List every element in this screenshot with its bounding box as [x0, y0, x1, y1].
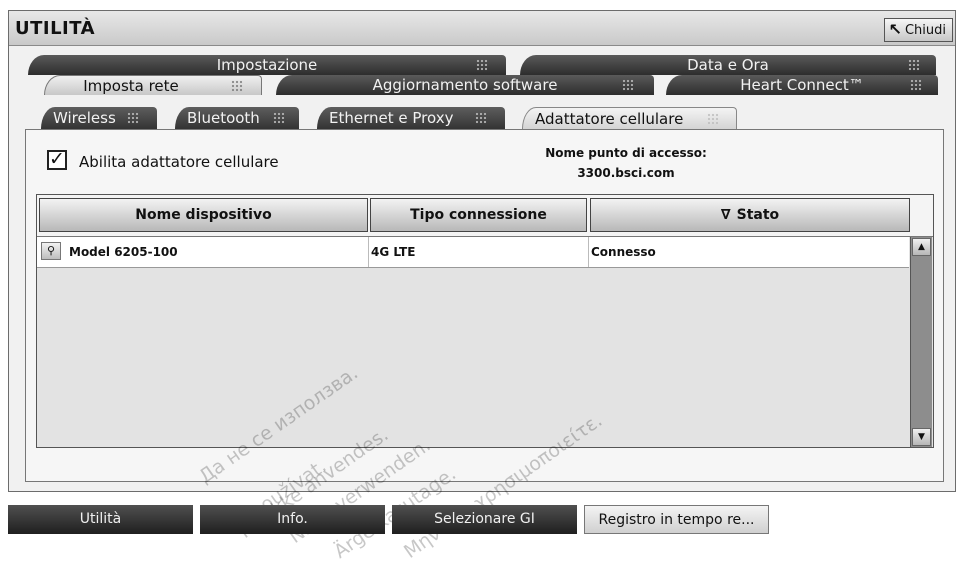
nav-button-registro-tempo-reale[interactable]: Registro in tempo re... [584, 505, 769, 534]
bottom-nav-bar: Utilità Info. Selezionare GI Registro in… [0, 505, 959, 534]
subtab-wireless[interactable]: Wireless [41, 107, 157, 129]
tab-data-e-ora-label: Data e Ora [687, 56, 769, 74]
apn-value: 3300.bsci.com [577, 166, 675, 180]
sort-descending-icon: ∇ [720, 207, 731, 223]
subtab-adattatore-cellulare-label: Adattatore cellulare [535, 110, 684, 128]
vertical-scrollbar[interactable]: ▲ ▼ [910, 237, 932, 447]
cell-device-name: ⚲ Model 6205-100 [37, 237, 369, 267]
subtab-ethernet-proxy[interactable]: Ethernet e Proxy [317, 107, 505, 129]
subtab-bluetooth-label: Bluetooth [187, 109, 260, 127]
tab-impostazione-label: Impostazione [216, 56, 318, 74]
grip-icon [273, 112, 285, 124]
cellular-adapter-panel: ✓ Abilita adattatore cellulare Nome punt… [25, 129, 944, 482]
grip-icon [476, 59, 488, 71]
column-header-status[interactable]: ∇ Stato [590, 198, 910, 232]
close-button-label: Chiudi [904, 22, 946, 38]
close-button[interactable]: ↖ Chiudi [883, 18, 953, 42]
tab-heart-connect-label: Heart Connect™ [740, 76, 864, 94]
scroll-down-button[interactable]: ▼ [912, 428, 931, 446]
tab-aggiornamento-software[interactable]: Aggiornamento software [276, 75, 654, 95]
window-title: UTILITÀ [15, 18, 96, 39]
grip-icon [910, 79, 922, 91]
tab-data-e-ora[interactable]: Data e Ora [520, 55, 936, 75]
grip-icon [707, 113, 719, 125]
arrow-pointer-icon: ↖ [888, 20, 902, 39]
column-header-label: Tipo connessione [410, 207, 547, 223]
device-name-text: Model 6205-100 [69, 245, 178, 259]
subtab-bluetooth[interactable]: Bluetooth [175, 107, 299, 129]
tab-heart-connect[interactable]: Heart Connect™ [666, 75, 938, 95]
apn-title: Nome punto di accesso: [545, 146, 707, 160]
tab-impostazione[interactable]: Impostazione [28, 55, 506, 75]
table-row[interactable]: ⚲ Model 6205-100 4G LTE Connesso [37, 237, 909, 268]
grip-icon [622, 79, 634, 91]
tab-imposta-rete[interactable]: Imposta rete [44, 75, 262, 95]
cell-status: Connesso [591, 245, 656, 259]
tab-imposta-rete-label: Imposta rete [83, 77, 179, 95]
device-icon[interactable]: ⚲ [41, 242, 61, 260]
column-header-device-name[interactable]: Nome dispositivo [39, 198, 368, 232]
enable-cellular-label: Abilita adattatore cellulare [79, 153, 279, 171]
tab-aggiornamento-software-label: Aggiornamento software [372, 76, 558, 94]
column-header-connection-type[interactable]: Tipo connessione [370, 198, 587, 232]
subtab-wireless-label: Wireless [53, 109, 116, 127]
subtab-ethernet-proxy-label: Ethernet e Proxy [329, 109, 454, 127]
cell-connection-type: 4G LTE [369, 237, 589, 267]
grip-icon [127, 112, 139, 124]
grip-icon [475, 112, 487, 124]
grip-icon [231, 80, 243, 92]
grip-icon [908, 59, 920, 71]
nav-button-utilita[interactable]: Utilità [8, 505, 193, 534]
subtab-adattatore-cellulare[interactable]: Adattatore cellulare [522, 107, 737, 129]
table-header: Nome dispositivo Tipo connessione ∇ Stato [37, 195, 933, 237]
enable-cellular-checkbox[interactable]: ✓ [47, 150, 67, 170]
title-bar: UTILITÀ ↖ Chiudi [9, 11, 955, 46]
nav-button-info[interactable]: Info. [200, 505, 385, 534]
device-table: Nome dispositivo Tipo connessione ∇ Stato… [36, 194, 934, 448]
nav-button-selezionare-gi[interactable]: Selezionare GI [392, 505, 577, 534]
column-header-label: Stato [736, 207, 780, 223]
scroll-up-button[interactable]: ▲ [912, 238, 931, 256]
column-header-label: Nome dispositivo [135, 207, 272, 223]
